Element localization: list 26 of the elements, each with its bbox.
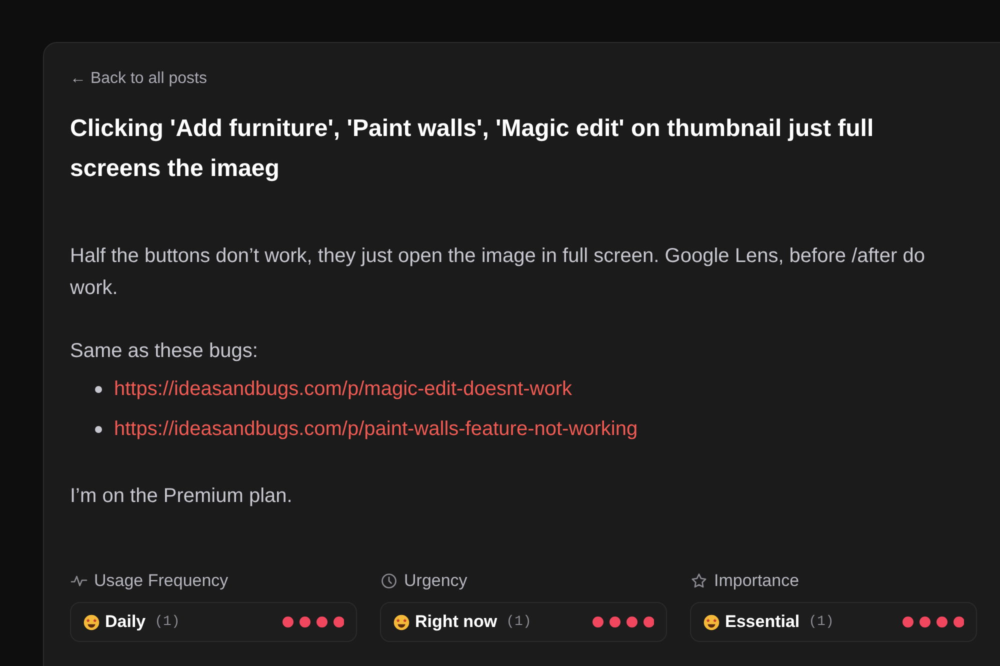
metric-value: Essential <box>725 611 800 634</box>
metric-value-pill[interactable]: Essential (1) <box>690 602 977 642</box>
body-paragraph: Same as these bugs: <box>70 339 258 364</box>
star-eyes-face-icon <box>703 614 720 630</box>
star-eyes-face-icon <box>83 614 100 630</box>
metric-label: Usage Frequency <box>94 570 228 592</box>
bug-link[interactable]: https://ideasandbugs.com/p/paint-walls-feature-not-working <box>114 413 638 445</box>
clock-icon <box>380 572 398 590</box>
bug-link[interactable]: https://ideasandbugs.com/p/magic-edit-doesnt-work <box>114 373 572 405</box>
body-paragraph: I’m on the Premium plan. <box>70 484 292 509</box>
vote-count: (1) <box>808 612 834 632</box>
vote-count: (1) <box>154 612 180 632</box>
metric-label: Importance <box>714 570 800 592</box>
star-icon <box>690 572 708 590</box>
post-title: Clicking 'Add furniture', 'Paint walls', 'Magic edit' on thumbnail just full screens the imaeg <box>70 114 875 184</box>
metric-value: Daily <box>105 611 146 634</box>
metric-value-pill[interactable]: Daily (1) <box>70 602 357 642</box>
metric-value: Right now <box>415 611 498 634</box>
back-link[interactable]: ← Back to all posts <box>70 69 207 89</box>
bullet-icon <box>95 386 102 392</box>
metric-label: Urgency <box>404 570 468 592</box>
bullet-icon <box>95 426 102 432</box>
star-eyes-face-icon <box>393 614 410 630</box>
metric-value-pill[interactable]: Right now (1) <box>380 602 667 642</box>
vote-count: (1) <box>506 612 532 632</box>
body-paragraph: Half the buttons don’t work, they just open the image in full screen. Google Lens, before /after do work. <box>70 244 926 301</box>
